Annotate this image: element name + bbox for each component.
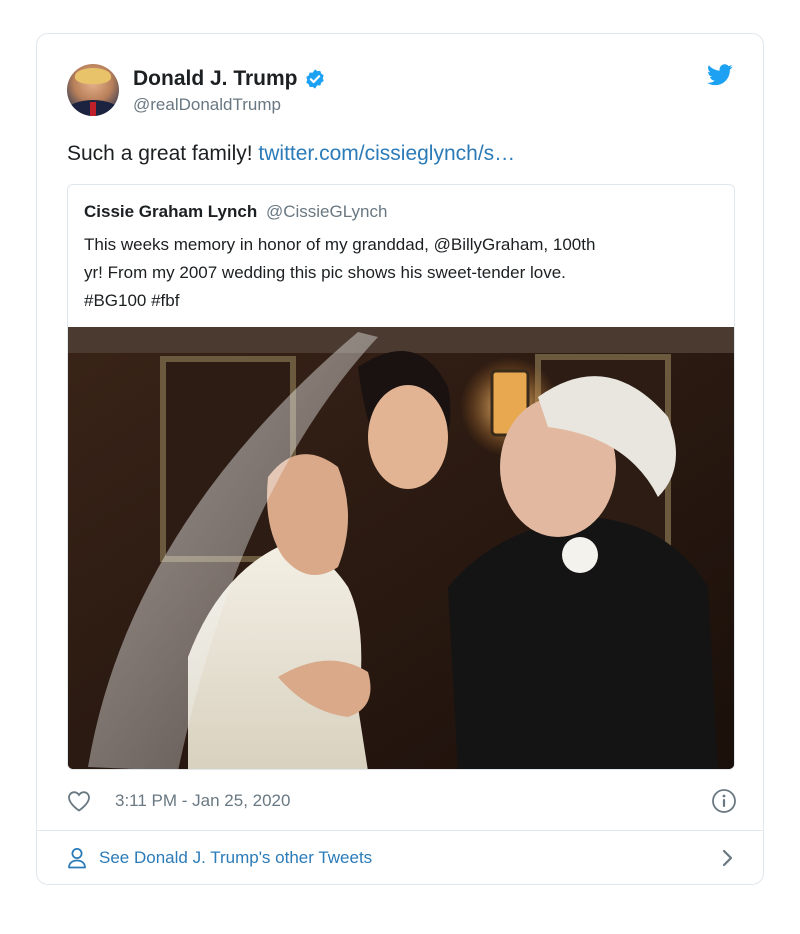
author-display-name[interactable]: Donald J. Trump (133, 66, 298, 92)
footer-divider (37, 830, 763, 831)
twitter-bird-icon[interactable] (707, 64, 733, 86)
avatar-tie (90, 102, 96, 116)
quoted-author-name[interactable]: Cissie Graham Lynch (84, 202, 257, 221)
tweet-text: Such a great family! twitter.com/cissieg… (67, 140, 737, 168)
author-handle[interactable]: @realDonaldTrump (133, 94, 281, 116)
see-other-tweets-label[interactable]: See Donald J. Trump's other Tweets (99, 847, 372, 869)
quoted-text-line: #BG100 #fbf (84, 291, 180, 310)
author-avatar[interactable] (67, 64, 119, 116)
person-icon (68, 848, 86, 869)
quoted-tweet[interactable]: Cissie Graham Lynch @CissieGLynch This w… (67, 184, 735, 770)
tweet-timestamp[interactable]: 3:11 PM - Jan 25, 2020 (115, 790, 290, 812)
tweet-body: Such a great family! (67, 142, 259, 165)
quoted-text-line: This weeks memory in honor of my grandda… (84, 235, 596, 254)
tweet-meta: 3:11 PM - Jan 25, 2020 (67, 788, 737, 816)
tweet-header: Donald J. Trump @realDonaldTrump (37, 34, 763, 134)
quoted-text-line: yr! From my 2007 wedding this pic shows … (84, 263, 566, 282)
info-icon[interactable] (711, 788, 737, 814)
chevron-right-icon[interactable] (721, 848, 735, 868)
see-other-tweets-link[interactable]: See Donald J. Trump's other Tweets (67, 844, 737, 872)
author-name-row[interactable]: Donald J. Trump (133, 66, 326, 92)
verified-badge-icon (305, 69, 324, 89)
tweet-link[interactable]: twitter.com/cissieglynch/s… (258, 142, 515, 165)
quoted-tweet-text: This weeks memory in honor of my grandda… (84, 231, 724, 315)
quoted-tweet-photo[interactable] (68, 327, 735, 770)
avatar-hair (75, 68, 111, 84)
quoted-author-handle[interactable]: @CissieGLynch (266, 202, 388, 221)
heart-icon[interactable] (67, 790, 91, 812)
quoted-tweet-header: Cissie Graham Lynch @CissieGLynch (84, 201, 387, 223)
embedded-tweet-card: Donald J. Trump @realDonaldTrump Such a … (36, 33, 764, 885)
